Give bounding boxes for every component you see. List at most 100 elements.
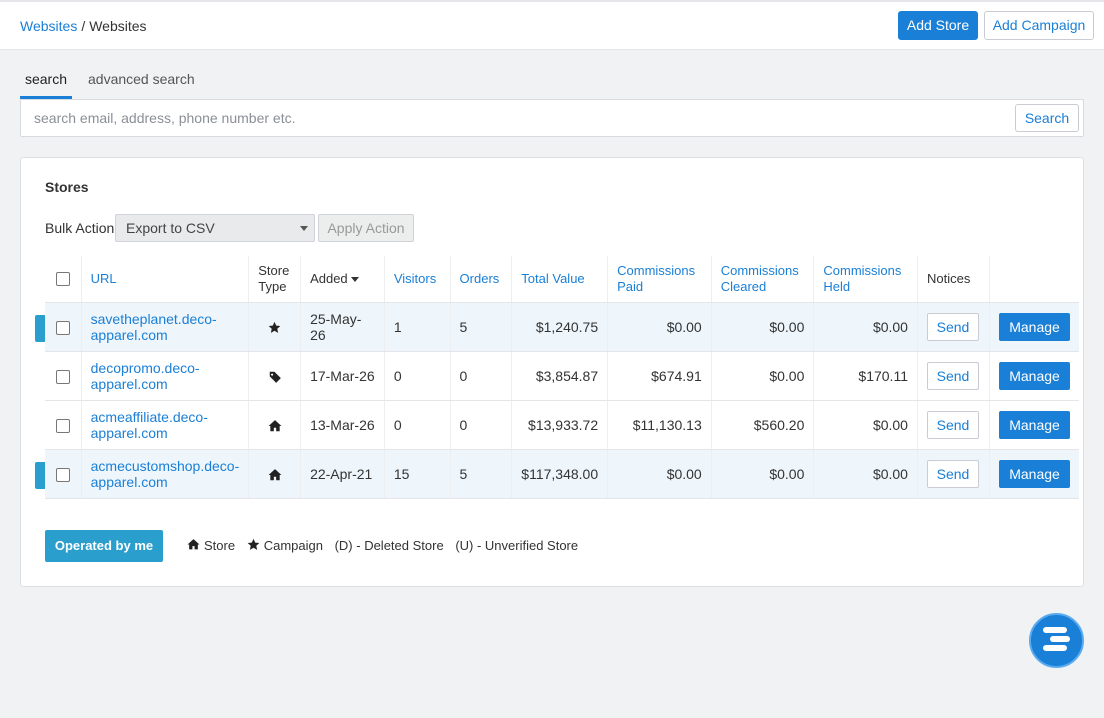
total-value-cell: $13,933.72 <box>511 400 608 450</box>
url-cell: savetheplanet.deco-apparel.com <box>80 302 249 352</box>
actions-cell: Manage <box>989 400 1079 450</box>
stores-card: Stores Bulk Action Export to CSV Apply A… <box>20 157 1084 587</box>
visitors-cell: 1 <box>383 302 451 352</box>
notices-cell: Send <box>916 400 990 450</box>
row-checkbox[interactable] <box>55 467 70 482</box>
manage-button[interactable]: Manage <box>999 361 1070 390</box>
tab-search[interactable]: search <box>20 64 72 99</box>
manage-button[interactable]: Manage <box>999 459 1070 488</box>
commissions-cleared-cell: $0.00 <box>710 351 814 401</box>
store-url-link[interactable]: decopromo.deco-apparel.com <box>91 360 240 392</box>
actions-cell: Manage <box>989 302 1079 352</box>
chevron-down-icon <box>300 226 308 231</box>
column-header-store-type: Store Type <box>248 256 301 303</box>
added-cell: 17-Mar-26 <box>300 351 385 401</box>
breadcrumb-separator: / <box>81 18 86 34</box>
commissions-paid-cell: $674.91 <box>607 351 712 401</box>
add-store-button[interactable]: Add Store <box>898 11 978 40</box>
url-cell: acmeaffiliate.deco-apparel.com <box>80 400 249 450</box>
legend-deleted: (D) - Deleted Store <box>334 538 444 553</box>
notices-cell: Send <box>916 302 990 352</box>
chat-icon-bar <box>1050 636 1070 642</box>
operated-by-me-button[interactable]: Operated by me <box>45 530 163 562</box>
column-header-notices: Notices <box>916 256 990 303</box>
store-url-link[interactable]: savetheplanet.deco-apparel.com <box>91 311 240 343</box>
total-value-cell: $3,854.87 <box>511 351 608 401</box>
chat-icon-bar <box>1043 645 1067 651</box>
column-header-orders[interactable]: Orders <box>449 256 512 303</box>
send-button[interactable]: Send <box>926 410 979 439</box>
manage-button[interactable]: Manage <box>999 312 1070 341</box>
total-value-cell: $1,240.75 <box>511 302 608 352</box>
actions-cell: Manage <box>989 449 1079 499</box>
search-input[interactable] <box>21 100 1011 136</box>
column-header-url[interactable]: URL <box>80 256 249 303</box>
send-button[interactable]: Send <box>926 312 979 341</box>
stores-title: Stores <box>45 179 89 195</box>
added-cell: 13-Mar-26 <box>300 400 385 450</box>
row-checkbox[interactable] <box>55 320 70 335</box>
home-icon <box>187 539 200 550</box>
column-header-added[interactable]: Added <box>300 256 385 303</box>
commissions-held-cell: $0.00 <box>813 400 918 450</box>
legend-store: Store <box>204 538 236 553</box>
row-checkbox[interactable] <box>55 418 70 433</box>
row-select-cell <box>35 449 82 499</box>
visitors-cell: 0 <box>383 351 451 401</box>
row-select-cell <box>45 351 82 401</box>
table-header-row: URL Store Type Added Visitors Orders Tot… <box>45 256 1079 303</box>
column-header-added-label: Added <box>310 270 348 286</box>
store-url-link[interactable]: acmeaffiliate.deco-apparel.com <box>91 409 240 441</box>
orders-cell: 0 <box>449 351 512 401</box>
column-header-commissions-cleared[interactable]: Commissions Cleared <box>710 256 814 303</box>
url-cell: decopromo.deco-apparel.com <box>80 351 249 401</box>
table-row: acmeaffiliate.deco-apparel.com 13-Mar-26… <box>45 400 1079 450</box>
column-header-total-value[interactable]: Total Value <box>511 256 608 303</box>
legend-unverified: (U) - Unverified Store <box>455 538 579 553</box>
bulk-action-selected: Export to CSV <box>126 220 215 236</box>
search-box: Search <box>20 99 1084 137</box>
table-row: acmecustomshop.deco-apparel.com 22-Apr-2… <box>35 449 1079 499</box>
row-select-cell <box>45 400 82 450</box>
row-marker <box>35 314 45 342</box>
row-marker <box>35 461 45 489</box>
commissions-cleared-cell: $0.00 <box>710 449 814 499</box>
commissions-held-cell: $0.00 <box>813 302 918 352</box>
total-value-cell: $117,348.00 <box>511 449 608 499</box>
bulk-action-select[interactable]: Export to CSV <box>115 214 315 242</box>
search-button[interactable]: Search <box>1015 104 1079 132</box>
bulk-action-label: Bulk Action <box>45 220 115 236</box>
column-header-visitors[interactable]: Visitors <box>383 256 451 303</box>
store-type-cell <box>248 351 301 401</box>
commissions-paid-cell: $0.00 <box>607 449 712 499</box>
added-cell: 22-Apr-21 <box>300 449 385 499</box>
add-campaign-button[interactable]: Add Campaign <box>984 11 1094 40</box>
column-header-commissions-held[interactable]: Commissions Held <box>813 256 918 303</box>
breadcrumb-link-websites[interactable]: Websites <box>20 18 77 34</box>
home-icon <box>268 468 282 480</box>
tab-advanced-search[interactable]: advanced search <box>88 64 198 99</box>
table-row: decopromo.deco-apparel.com 17-Mar-26 0 0… <box>45 351 1079 401</box>
orders-cell: 5 <box>449 449 512 499</box>
column-header-commissions-paid[interactable]: Commissions Paid <box>607 256 712 303</box>
added-cell: 25-May-26 <box>300 302 385 352</box>
row-checkbox[interactable] <box>55 369 70 384</box>
select-all-checkbox[interactable] <box>55 272 70 287</box>
send-button[interactable]: Send <box>926 361 979 390</box>
visitors-cell: 15 <box>383 449 451 499</box>
store-type-cell <box>248 400 301 450</box>
orders-cell: 0 <box>449 400 512 450</box>
notices-cell: Send <box>916 351 990 401</box>
table-row: savetheplanet.deco-apparel.com 25-May-26… <box>35 302 1079 352</box>
commissions-held-cell: $0.00 <box>813 449 918 499</box>
chat-widget-button[interactable] <box>1029 613 1084 668</box>
apply-action-button[interactable]: Apply Action <box>318 214 414 242</box>
star-icon <box>268 322 281 334</box>
column-header-actions <box>989 256 1079 303</box>
manage-button[interactable]: Manage <box>999 410 1070 439</box>
store-url-link[interactable]: acmecustomshop.deco-apparel.com <box>91 458 240 490</box>
visitors-cell: 0 <box>383 400 451 450</box>
commissions-paid-cell: $11,130.13 <box>607 400 712 450</box>
send-button[interactable]: Send <box>926 459 979 488</box>
home-icon <box>268 419 282 431</box>
